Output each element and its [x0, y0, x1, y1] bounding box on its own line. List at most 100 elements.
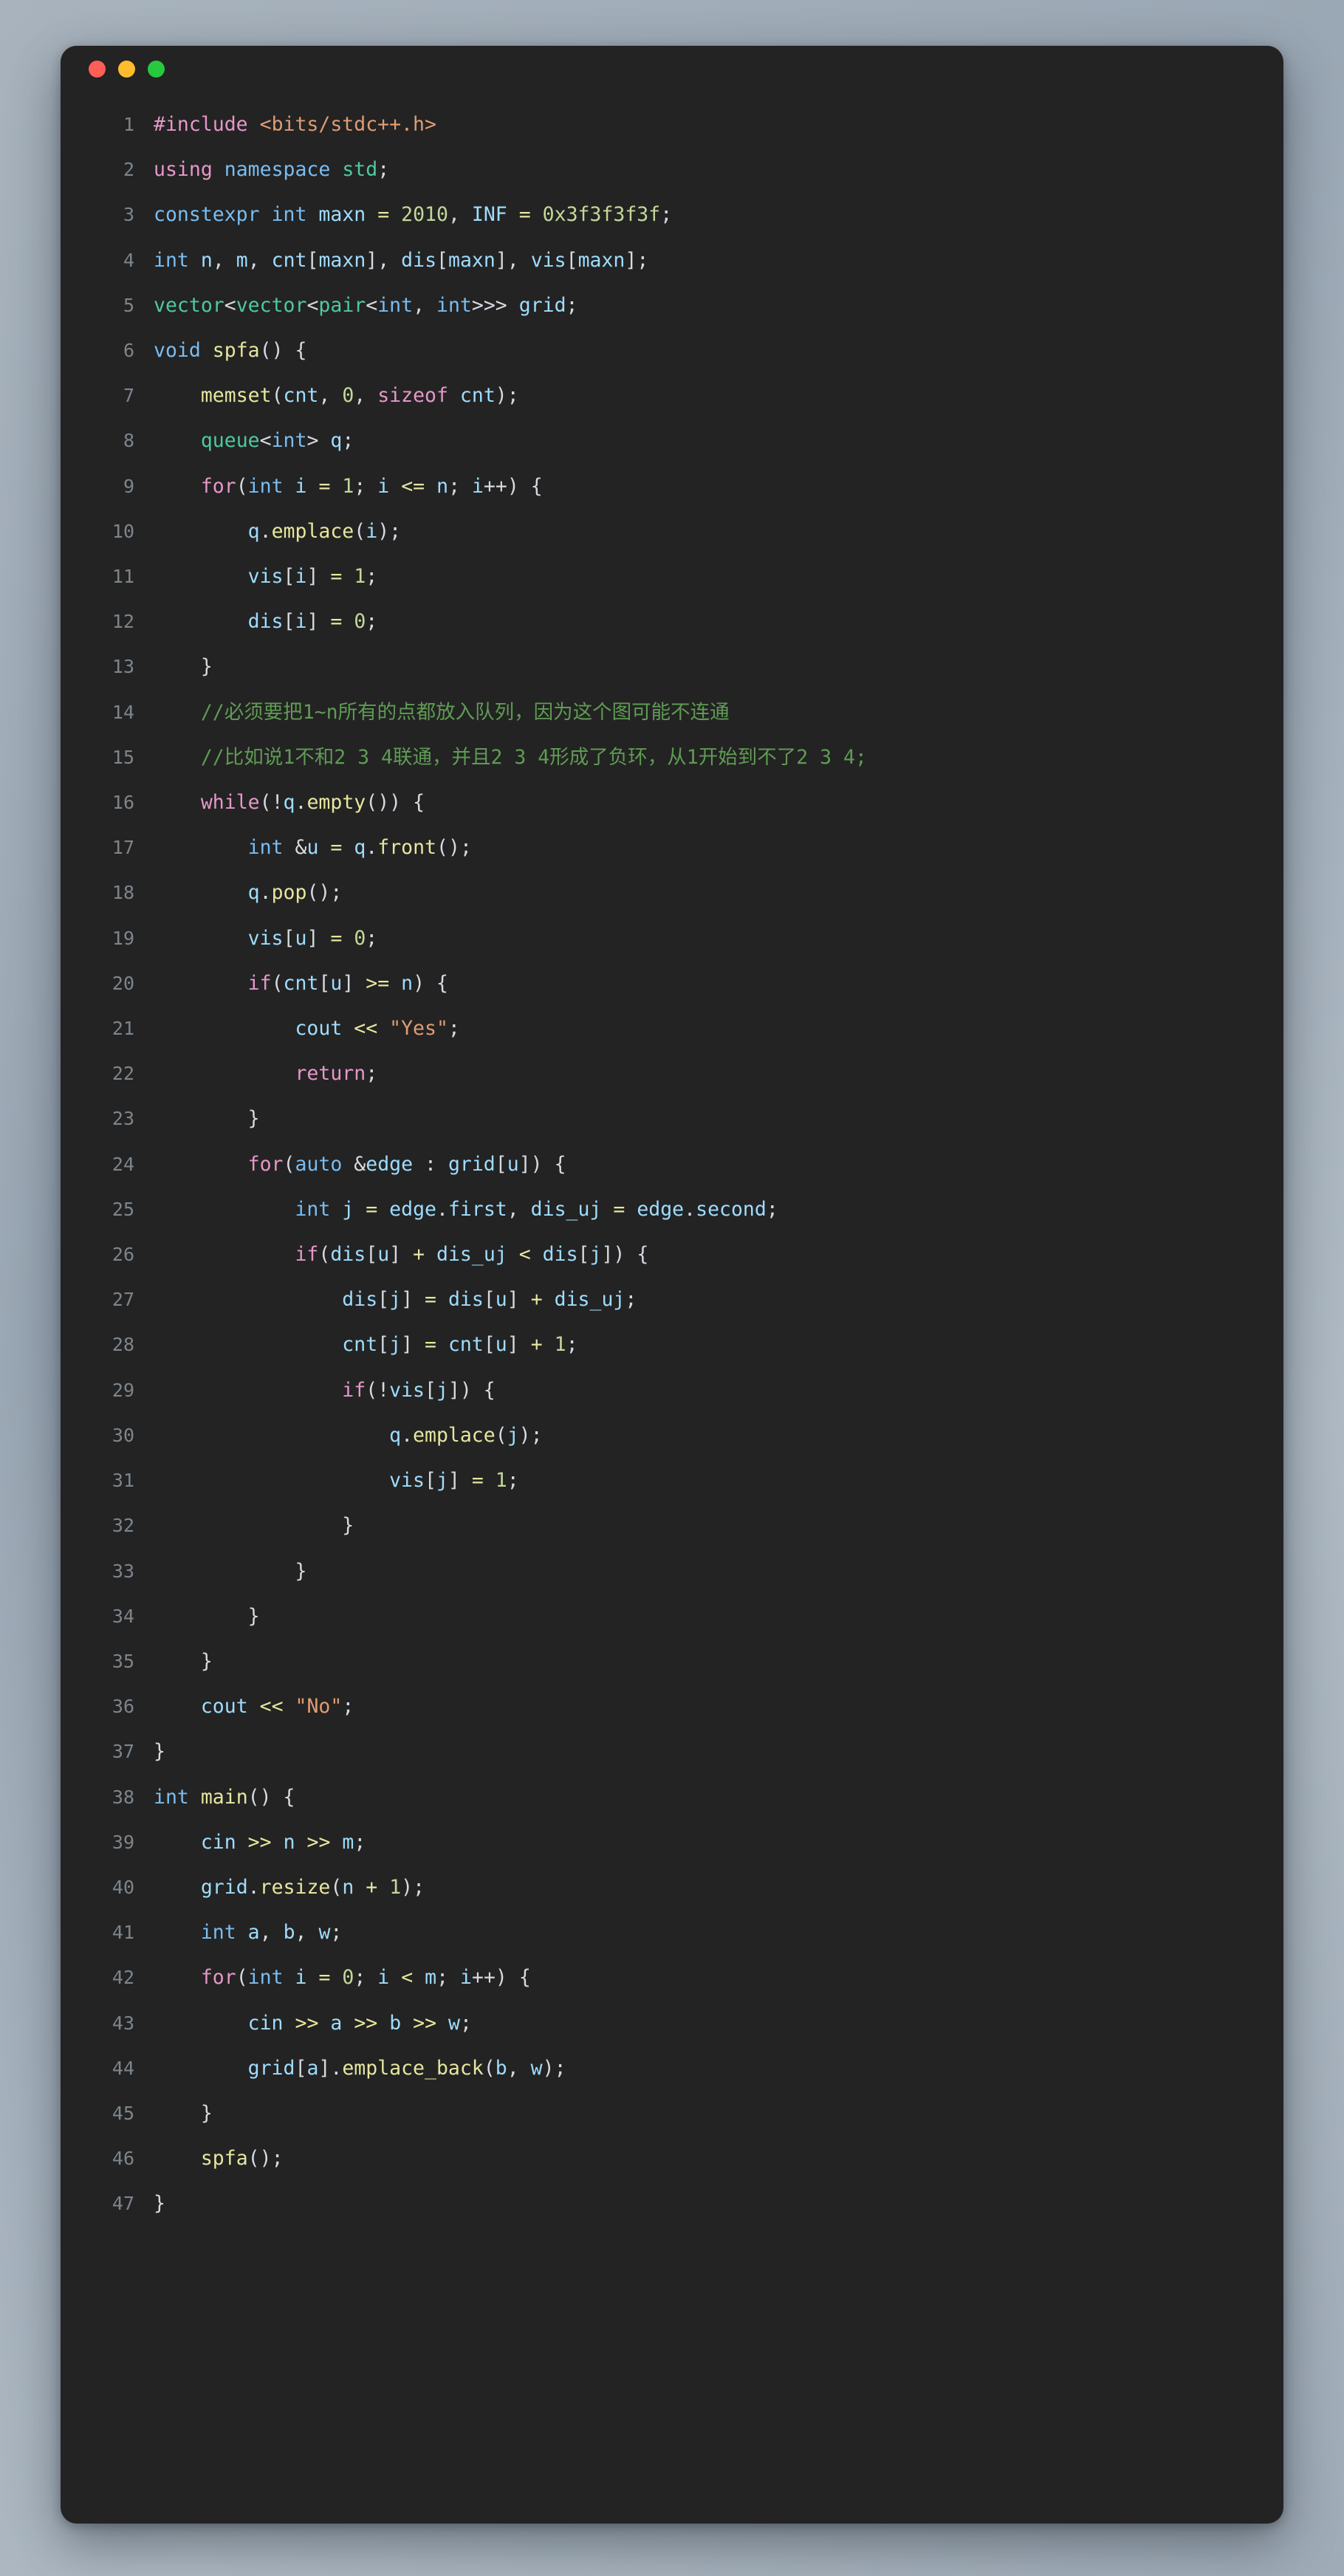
line-number: 31	[112, 1470, 134, 1492]
code-line: 46 spfa();	[61, 2136, 1283, 2181]
line-content: dis[i] = 0;	[247, 610, 378, 634]
line-content: }	[154, 655, 213, 679]
line-number: 8	[123, 430, 134, 452]
line-number: 32	[112, 1515, 134, 1537]
line-content: for(int i = 0; i < m; i++) {	[200, 1966, 531, 1990]
line-number: 29	[112, 1379, 134, 1401]
line-number: 18	[112, 882, 134, 904]
line-content: int &u = q.front();	[247, 836, 472, 860]
line-content: q.emplace(i);	[247, 519, 402, 543]
line-content: void spfa() {	[154, 339, 307, 363]
line-number: 46	[112, 2148, 134, 2170]
line-number: 6	[123, 340, 134, 362]
line-number: 23	[112, 1108, 134, 1130]
code-line: 30 q.emplace(j);	[61, 1413, 1283, 1458]
line-content: }	[154, 2101, 213, 2125]
line-number: 38	[112, 1786, 134, 1808]
line-content: using namespace std;	[154, 158, 390, 182]
code-line: 6 void spfa() {	[61, 328, 1283, 373]
code-line: 38 int main() {	[61, 1775, 1283, 1820]
line-content: }	[154, 1740, 165, 1764]
line-number: 44	[112, 2057, 134, 2079]
code-line: 9 for(int i = 1; i <= n; i++) {	[61, 464, 1283, 509]
code-line: 17 int &u = q.front();	[61, 825, 1283, 870]
line-content: cout << "No";	[200, 1695, 354, 1719]
line-number: 41	[112, 1922, 134, 1944]
line-content: while(!q.empty()) {	[200, 791, 425, 815]
maximize-button[interactable]	[148, 60, 165, 78]
code-line: 13 }	[61, 644, 1283, 689]
line-number: 30	[112, 1424, 134, 1446]
line-content: grid.resize(n + 1);	[200, 1875, 425, 1899]
line-content: int a, b, w;	[200, 1921, 343, 1945]
line-content: int j = edge.first, dis_uj = edge.second…	[295, 1197, 778, 1221]
minimize-button[interactable]	[118, 60, 135, 78]
line-content: queue<int> q;	[200, 429, 354, 453]
line-content: }	[154, 1107, 260, 1131]
line-number: 19	[112, 927, 134, 949]
line-number: 40	[112, 1876, 134, 1898]
line-number: 35	[112, 1650, 134, 1672]
code-line: 5 vector<vector<pair<int, int>>> grid;	[61, 283, 1283, 328]
line-content: }	[154, 2192, 165, 2216]
line-number: 1	[123, 114, 134, 135]
line-number: 12	[112, 611, 134, 633]
code-line: 14 //必须要把1~n所有的点都放入队列，因为这个图可能不连通	[61, 690, 1283, 735]
code-line: 2 using namespace std;	[61, 147, 1283, 192]
line-content: if(!vis[j]) {	[342, 1378, 496, 1402]
line-content: dis[j] = dis[u] + dis_uj;	[342, 1288, 637, 1312]
close-button[interactable]	[89, 60, 106, 78]
code-line: 22 return;	[61, 1051, 1283, 1096]
code-line: 18 q.pop();	[61, 870, 1283, 915]
line-number: 21	[112, 1018, 134, 1040]
line-content: vector<vector<pair<int, int>>> grid;	[154, 293, 578, 317]
line-number: 17	[112, 837, 134, 859]
line-number: 11	[112, 566, 134, 588]
line-content: return;	[295, 1062, 378, 1086]
line-number: 26	[112, 1244, 134, 1266]
line-number: 9	[123, 475, 134, 497]
code-line: 31 vis[j] = 1;	[61, 1458, 1283, 1503]
line-number: 7	[123, 385, 134, 407]
code-editor[interactable]: 1 #include <bits/stdc++.h> 2 using namespac…	[61, 92, 1283, 2246]
line-content: int main() {	[154, 1785, 295, 1809]
code-line: 25 int j = edge.first, dis_uj = edge.sec…	[61, 1187, 1283, 1232]
code-line: 44 grid[a].emplace_back(b, w);	[61, 2046, 1283, 2091]
line-number: 47	[112, 2193, 134, 2215]
code-line: 24 for(auto &edge : grid[u]) {	[61, 1142, 1283, 1187]
code-line: 23 }	[61, 1096, 1283, 1141]
line-content: grid[a].emplace_back(b, w);	[247, 2056, 566, 2080]
line-content: vis[i] = 1;	[247, 565, 378, 589]
line-number: 42	[112, 1967, 134, 1989]
line-number: 27	[112, 1289, 134, 1311]
line-content: if(cnt[u] >= n) {	[247, 971, 448, 995]
code-line: 7 memset(cnt, 0, sizeof cnt);	[61, 373, 1283, 418]
code-line: 39 cin >> n >> m;	[61, 1820, 1283, 1865]
line-content: for(int i = 1; i <= n; i++) {	[200, 474, 543, 498]
code-line: 43 cin >> a >> b >> w;	[61, 2001, 1283, 2046]
line-number: 13	[112, 656, 134, 678]
line-number: 20	[112, 972, 134, 994]
code-line: 27 dis[j] = dis[u] + dis_uj;	[61, 1277, 1283, 1322]
code-line: 42 for(int i = 0; i < m; i++) {	[61, 1955, 1283, 2000]
line-number: 16	[112, 792, 134, 814]
line-number: 39	[112, 1831, 134, 1853]
line-content: #include <bits/stdc++.h>	[154, 113, 436, 136]
code-line: 10 q.emplace(i);	[61, 509, 1283, 554]
line-number: 3	[123, 204, 134, 226]
code-line: 36 cout << "No";	[61, 1684, 1283, 1729]
line-number: 36	[112, 1696, 134, 1718]
line-content: cin >> n >> m;	[200, 1830, 366, 1854]
line-content: //必须要把1~n所有的点都放入队列，因为这个图可能不连通	[200, 700, 730, 724]
code-line: 32 }	[61, 1503, 1283, 1548]
code-window: 1 #include <bits/stdc++.h> 2 using namespac…	[61, 46, 1283, 2524]
line-number: 37	[112, 1741, 134, 1763]
line-content: cout << "Yes";	[295, 1017, 460, 1041]
line-number: 5	[123, 294, 134, 316]
code-line: 21 cout << "Yes";	[61, 1006, 1283, 1051]
line-number: 14	[112, 701, 134, 723]
line-number: 34	[112, 1605, 134, 1627]
line-content: }	[154, 1649, 213, 1673]
code-line: 45 }	[61, 2091, 1283, 2136]
line-content: vis[j] = 1;	[389, 1469, 519, 1493]
